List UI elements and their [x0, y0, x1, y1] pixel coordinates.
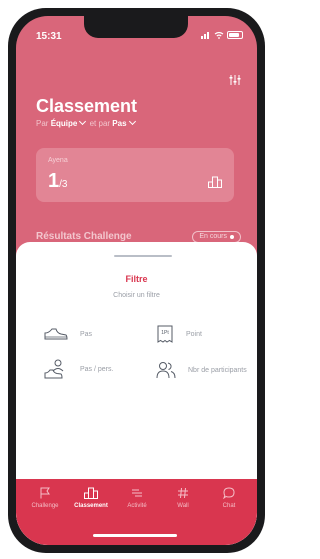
results-section-title: Résultats Challenge: [36, 231, 132, 242]
page-title: Classement: [36, 96, 138, 116]
status-badge-label: En cours: [199, 233, 227, 240]
tab-activite[interactable]: Activité: [114, 487, 160, 509]
sheet-title: Filtre: [125, 274, 148, 284]
group-filter-value: Équipe: [50, 119, 78, 128]
status-time: 15:31: [36, 31, 62, 42]
metric-filter-dropdown[interactable]: Pas: [112, 117, 136, 128]
podium-icon: [208, 176, 222, 188]
team-name: Ayena: [48, 157, 68, 164]
tab-label: Activité: [127, 503, 147, 509]
tab-wall[interactable]: Wall: [160, 487, 206, 509]
podium-icon: [84, 487, 98, 499]
tab-label: Challenge: [31, 503, 59, 509]
status-dot-icon: [230, 235, 234, 239]
filter-mid-label: et par: [89, 119, 111, 128]
tab-label: Wall: [177, 503, 189, 509]
users-icon: [156, 362, 176, 379]
filter-option-label: Pas / pers.: [80, 365, 114, 373]
sheet-subtitle: Choisir un filtre: [113, 292, 160, 299]
signal-icon: [201, 32, 209, 39]
home-indicator: [93, 534, 177, 537]
tab-challenge[interactable]: Challenge: [22, 487, 68, 509]
activity-icon: [132, 489, 142, 497]
rank-value: 1/3: [48, 170, 67, 193]
hash-icon: [178, 487, 188, 499]
tab-classement[interactable]: Classement: [68, 487, 114, 509]
settings-sliders-icon[interactable]: [229, 74, 241, 86]
filter-prefix-label: Par: [36, 119, 49, 128]
rank-card[interactable]: Ayena 1/3: [36, 148, 234, 202]
rank-position: 1: [48, 170, 60, 192]
app-screen: 15:31 Classement Par Équipe et par Pas A…: [16, 16, 257, 545]
tab-label: Chat: [222, 503, 236, 509]
chevron-down-icon: [128, 117, 136, 126]
ticket-icon: 1Pt: [157, 325, 173, 343]
filter-option-pas[interactable]: Pas: [44, 327, 92, 341]
filter-option-label: Pas: [80, 330, 93, 338]
filter-option-label: Nbr de participants: [188, 366, 247, 374]
tab-chat[interactable]: Chat: [206, 487, 252, 509]
group-filter-dropdown[interactable]: Équipe: [50, 117, 88, 128]
filter-option-pas-par-personne[interactable]: Pas / pers.: [44, 359, 113, 379]
chat-icon: [223, 487, 235, 499]
bottom-tab-bar: Challenge Classement Activité Wall Chat: [16, 479, 257, 545]
battery-icon: [227, 31, 243, 39]
rank-total: /3: [59, 179, 68, 190]
sneaker-icon: [44, 328, 68, 340]
phone-frame: 15:31 Classement Par Équipe et par Pas A…: [8, 8, 265, 553]
person-steps-icon: [44, 359, 64, 379]
status-icons: [201, 31, 243, 39]
sheet-drag-handle[interactable]: [114, 255, 172, 257]
status-bar: 15:31: [16, 16, 257, 50]
filter-option-participants[interactable]: Nbr de participants: [156, 361, 247, 379]
ranking-filters: Par Équipe et par Pas: [36, 117, 137, 128]
filter-option-point[interactable]: 1Pt Point: [156, 325, 202, 343]
chevron-down-icon: [79, 117, 87, 126]
wifi-icon: [214, 31, 224, 39]
svg-text:1Pt: 1Pt: [161, 330, 169, 336]
flag-icon: [40, 487, 50, 499]
metric-filter-value: Pas: [112, 119, 127, 128]
tab-label: Classement: [74, 503, 108, 509]
filter-option-label: Point: [186, 330, 202, 338]
